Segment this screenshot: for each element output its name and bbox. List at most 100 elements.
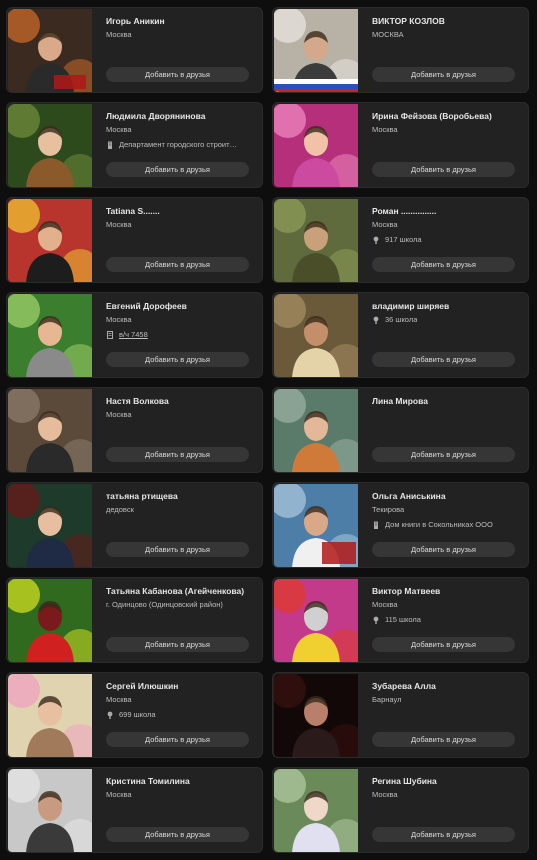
add-friend-button[interactable]: Добавить в друзья <box>106 352 249 367</box>
avatar[interactable] <box>274 104 358 187</box>
add-friend-button[interactable]: Добавить в друзья <box>372 67 515 82</box>
avatar[interactable] <box>274 579 358 662</box>
avatar[interactable] <box>274 199 358 282</box>
affiliation-text: Департамент городского строит… <box>119 140 238 149</box>
avatar[interactable] <box>8 104 92 187</box>
person-name[interactable]: Евгений Дорофеев <box>106 301 254 311</box>
person-affiliation: 699 школа <box>106 710 254 719</box>
person-city: Москва <box>106 695 132 704</box>
person-affiliation: 36 школа <box>372 315 520 324</box>
person-name[interactable]: Зубарева Алла <box>372 681 520 691</box>
affiliation-text: Дом книги в Сокольниках ООО <box>385 520 493 529</box>
person-affiliation: в/ч 7458 <box>106 330 254 339</box>
affiliation-text: 36 школа <box>385 315 418 324</box>
military-icon <box>106 330 114 339</box>
add-friend-button[interactable]: Добавить в друзья <box>106 67 249 82</box>
add-friend-button[interactable]: Добавить в друзья <box>372 447 515 462</box>
person-name[interactable]: Людмила Дворянинова <box>106 111 254 121</box>
person-city: Москва <box>106 315 132 324</box>
person-city: Москва <box>372 790 398 799</box>
affiliation-text: 917 школа <box>385 235 422 244</box>
school-icon <box>372 316 380 324</box>
avatar[interactable] <box>274 674 358 757</box>
person-name[interactable]: Роман ............... <box>372 206 520 216</box>
add-friend-button[interactable]: Добавить в друзья <box>106 637 249 652</box>
add-friend-button[interactable]: Добавить в друзья <box>106 162 249 177</box>
add-friend-button[interactable]: Добавить в друзья <box>106 732 249 747</box>
friend-suggestion-card: Людмила Дворянинова Москва Департамент гор… <box>6 102 263 188</box>
friend-suggestions-grid: Игорь Аникин Москва Добавить в друзья ВИКТО… <box>6 7 529 853</box>
avatar[interactable] <box>8 579 92 662</box>
building-icon <box>106 141 114 149</box>
friend-suggestion-card: Татьяна Кабанова (Агейченкова) г. Одинцов… <box>6 577 263 663</box>
affiliation-text: 115 школа <box>385 615 421 624</box>
person-city: Москва <box>106 410 132 419</box>
person-name[interactable]: Ольга Аниськина <box>372 491 520 501</box>
avatar[interactable] <box>8 199 92 282</box>
person-name[interactable]: Виктор Матвеев <box>372 586 520 596</box>
person-name[interactable]: Регина Шубина <box>372 776 520 786</box>
friend-suggestion-card: Ольга Аниськина Текирова Дом книги в Сокол… <box>272 482 529 568</box>
friend-suggestion-card: Настя Волкова Москва Добавить в друзья <box>6 387 263 473</box>
avatar[interactable] <box>274 294 358 377</box>
affiliation-text: 699 школа <box>119 710 156 719</box>
avatar[interactable] <box>8 769 92 852</box>
avatar[interactable] <box>274 9 358 92</box>
person-affiliation: 115 школа <box>372 615 520 624</box>
friend-suggestion-card: Tatiana S....... Москва Добавить в друзья <box>6 197 263 283</box>
friend-suggestion-card: татьяна ртищева дедовск Добавить в друзья <box>6 482 263 568</box>
person-name[interactable]: Tatiana S....... <box>106 206 254 216</box>
person-name[interactable]: татьяна ртищева <box>106 491 254 501</box>
person-city: Москва <box>372 125 398 134</box>
avatar[interactable] <box>8 389 92 472</box>
friend-suggestion-card: Сергей Илюшкин Москва 699 школа Добавить в … <box>6 672 263 758</box>
avatar[interactable] <box>274 484 358 567</box>
add-friend-button[interactable]: Добавить в друзья <box>106 257 249 272</box>
person-name[interactable]: Настя Волкова <box>106 396 254 406</box>
person-city: Москва <box>106 790 132 799</box>
person-city: Москва <box>372 600 398 609</box>
building-icon <box>372 521 380 529</box>
person-affiliation: 917 школа <box>372 235 520 244</box>
add-friend-button[interactable]: Добавить в друзья <box>372 542 515 557</box>
add-friend-button[interactable]: Добавить в друзья <box>106 542 249 557</box>
add-friend-button[interactable]: Добавить в друзья <box>372 827 515 842</box>
friend-suggestion-card: Ирина Фейзова (Воробьева) Москва Добавить … <box>272 102 529 188</box>
avatar[interactable] <box>274 769 358 852</box>
avatar[interactable] <box>8 9 92 92</box>
person-city: Текирова <box>372 505 405 514</box>
add-friend-button[interactable]: Добавить в друзья <box>372 162 515 177</box>
avatar[interactable] <box>274 389 358 472</box>
add-friend-button[interactable]: Добавить в друзья <box>106 827 249 842</box>
friend-suggestion-card: Регина Шубина Москва Добавить в друзья <box>272 767 529 853</box>
person-city: Москва <box>372 220 398 229</box>
person-name[interactable]: Татьяна Кабанова (Агейченкова) <box>106 586 254 596</box>
add-friend-button[interactable]: Добавить в друзья <box>372 637 515 652</box>
add-friend-button[interactable]: Добавить в друзья <box>372 732 515 747</box>
person-name[interactable]: Сергей Илюшкин <box>106 681 254 691</box>
avatar[interactable] <box>8 294 92 377</box>
person-city: г. Одинцово (Одинцовский район) <box>106 600 223 609</box>
school-icon <box>372 236 380 244</box>
person-name[interactable]: Кристина Томилина <box>106 776 254 786</box>
friend-suggestion-card: Роман ............... Москва 917 школа Доба… <box>272 197 529 283</box>
person-name[interactable]: владимир ширяев <box>372 301 520 311</box>
friend-suggestion-card: Виктор Матвеев Москва 115 школа Добавить в … <box>272 577 529 663</box>
avatar[interactable] <box>8 484 92 567</box>
person-name[interactable]: Ирина Фейзова (Воробьева) <box>372 111 520 121</box>
friend-suggestion-card: ВИКТОР КОЗЛОВ МОСКВА Добавить в друзья <box>272 7 529 93</box>
person-city: МОСКВА <box>372 30 404 39</box>
add-friend-button[interactable]: Добавить в друзья <box>106 447 249 462</box>
person-name[interactable]: Игорь Аникин <box>106 16 254 26</box>
add-friend-button[interactable]: Добавить в друзья <box>372 352 515 367</box>
person-name[interactable]: ВИКТОР КОЗЛОВ <box>372 16 520 26</box>
add-friend-button[interactable]: Добавить в друзья <box>372 257 515 272</box>
person-city: Москва <box>106 125 132 134</box>
friend-suggestion-card: Зубарева Алла Барнаул Добавить в друзья <box>272 672 529 758</box>
avatar[interactable] <box>8 674 92 757</box>
online-indicator <box>274 91 280 92</box>
person-city: Барнаул <box>372 695 402 704</box>
affiliation-text[interactable]: в/ч 7458 <box>119 330 148 339</box>
person-affiliation: Дом книги в Сокольниках ООО <box>372 520 520 529</box>
person-name[interactable]: Лина Мирова <box>372 396 520 406</box>
